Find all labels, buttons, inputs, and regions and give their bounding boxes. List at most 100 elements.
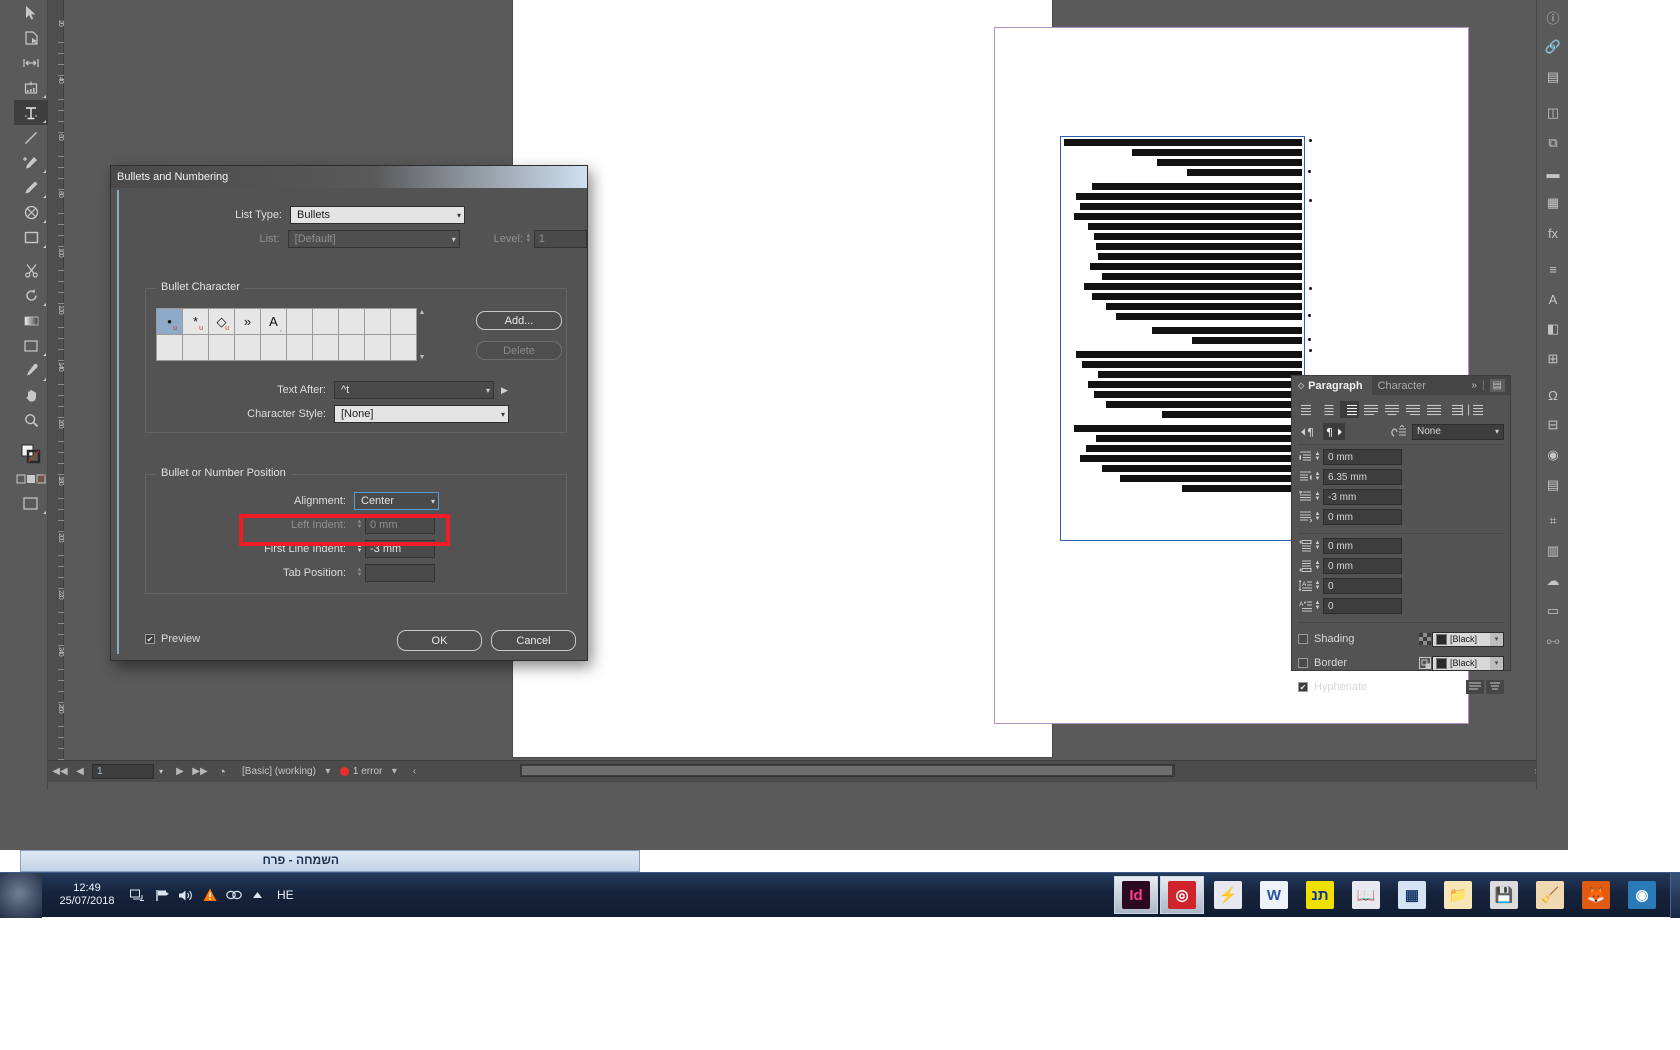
last-page-icon[interactable]: ▶▶ xyxy=(192,766,208,777)
normal-view-mode[interactable] xyxy=(14,491,48,516)
first-line-left-indent-field[interactable]: ▲ ▼ -3 mm xyxy=(1298,489,1402,505)
show-desktop-button[interactable] xyxy=(1670,872,1680,918)
selection-tool[interactable] xyxy=(14,0,48,25)
taskbar-app-word[interactable]: W xyxy=(1252,876,1296,914)
text-wrap-panel-icon[interactable]: ⧉ xyxy=(1537,128,1569,158)
start-button[interactable] xyxy=(0,872,42,918)
left-indent-value[interactable]: 0 mm xyxy=(1323,449,1402,465)
level-value[interactable]: 1 xyxy=(533,230,588,248)
bookmarks-panel-icon[interactable]: ▭ xyxy=(1537,596,1569,626)
scissors-tool[interactable] xyxy=(14,258,48,283)
page-number-combo[interactable]: 1 ▾ xyxy=(92,764,168,779)
taskbar-app-dictionary[interactable]: 📖 xyxy=(1344,876,1388,914)
left-indent-value-dialog[interactable]: 0 mm xyxy=(365,516,435,534)
bullet-grid-scroll-down-icon[interactable]: ▼ xyxy=(419,354,426,361)
drop-cap-lines-stepper[interactable]: ▲ ▼ xyxy=(1313,580,1322,591)
glyphs-panel-icon[interactable]: Ω xyxy=(1537,380,1569,410)
text-after-value[interactable]: ^t xyxy=(341,384,349,396)
panel-menu-icon[interactable]: ▤ xyxy=(1489,379,1505,392)
hyphenate-checkbox[interactable]: ✔ xyxy=(1298,682,1308,692)
bullet-char-cell-empty-11[interactable] xyxy=(182,334,209,361)
list-type-chevron-down-icon[interactable]: ▾ xyxy=(457,211,461,220)
panel-overflow-icon[interactable]: » xyxy=(1471,380,1477,391)
border-row[interactable]: Border [Black] ▾ xyxy=(1298,651,1504,675)
drop-cap-chars-value[interactable]: 0 xyxy=(1323,598,1402,614)
justify-last-left-button[interactable] xyxy=(1361,401,1380,418)
taskbar-app-firefox[interactable]: 🦊 xyxy=(1574,876,1618,914)
taskbar-app-tracker[interactable]: ⚡ xyxy=(1206,876,1250,914)
drop-cap-lines-value[interactable]: 0 xyxy=(1323,578,1402,594)
justify-last-center-button[interactable] xyxy=(1382,401,1401,418)
left-indent-stepper[interactable]: ▲ ▼ xyxy=(1313,451,1322,462)
text-after-flyout-icon[interactable]: ▶ xyxy=(501,385,508,396)
bullet-char-cell-empty-6[interactable] xyxy=(312,308,339,335)
pencil-tool[interactable] xyxy=(14,175,48,200)
level-stepper[interactable]: ▲ ▼ xyxy=(523,233,534,244)
left-indent-field[interactable]: ▲ ▼ 0 mm xyxy=(1298,449,1402,465)
bullet-char-cell-empty-17[interactable] xyxy=(338,334,365,361)
bullet-grid-scroll-arrows[interactable]: ▲ ▼ xyxy=(417,309,427,361)
note-tool[interactable] xyxy=(14,333,48,358)
bullet-grid-scroll-up-icon[interactable]: ▲ xyxy=(419,309,426,316)
taskbar-app-hebrew-app[interactable]: תנ xyxy=(1298,876,1342,914)
last-line-right-indent-stepper[interactable]: ▲ ▼ xyxy=(1313,511,1322,522)
bullet-char-cell-2[interactable]: ◇ u xyxy=(208,308,235,335)
effects-panel-icon[interactable]: fx xyxy=(1537,218,1569,248)
hyphenate-row[interactable]: ✔ Hyphenate xyxy=(1298,675,1504,699)
preflight-icon[interactable]: ◔ xyxy=(212,764,232,779)
previous-page-icon[interactable]: ◀ xyxy=(72,766,88,777)
link-icon[interactable] xyxy=(225,887,242,904)
list-chevron-down-icon[interactable]: ▾ xyxy=(452,235,456,244)
object-styles-icon[interactable]: ◧ xyxy=(1537,314,1569,344)
first-line-indent-stepper-dialog[interactable]: ▲ ▼ xyxy=(354,543,365,554)
text-after-chevron-down-icon[interactable]: ▾ xyxy=(486,386,490,395)
stroke-panel-icon[interactable]: ▬ xyxy=(1537,158,1569,188)
tags-panel-icon[interactable]: ⌗ xyxy=(1537,506,1569,536)
space-after-value[interactable]: 0 mm xyxy=(1323,558,1402,574)
taskbar-app-folder[interactable]: 📁 xyxy=(1436,876,1480,914)
cancel-button[interactable]: Cancel xyxy=(491,630,576,651)
bullet-char-cell-empty-7[interactable] xyxy=(338,308,365,335)
windows-taskbar[interactable]: 12:49 25/07/2018 HE Id ◎ ⚡ W תנ 📖 ▦ 📁 💾 … xyxy=(0,872,1680,918)
gradient-swatch-tool[interactable] xyxy=(14,308,48,333)
bullet-char-cell-empty-19[interactable] xyxy=(390,334,417,361)
tab-paragraph[interactable]: ◇ Paragraph xyxy=(1292,376,1372,395)
cc-libraries-icon[interactable]: ☁ xyxy=(1537,566,1569,596)
paragraph-panel-tabs[interactable]: ◇ Paragraph Character » | ▤ xyxy=(1292,376,1510,395)
taskbar-app-save-app[interactable]: 💾 xyxy=(1482,876,1526,914)
error-list-chevron-down-icon[interactable]: ▾ xyxy=(386,766,402,777)
color-panel-icon[interactable]: ◉ xyxy=(1537,440,1569,470)
align-away-spine-button[interactable] xyxy=(1466,401,1485,418)
border-checkbox[interactable] xyxy=(1298,658,1308,668)
tab-character[interactable]: Character xyxy=(1371,376,1435,395)
justify-last-right-button[interactable] xyxy=(1403,401,1422,418)
bullet-char-cell-empty-18[interactable] xyxy=(364,334,391,361)
alignment-select[interactable]: Center ▾ xyxy=(354,492,439,510)
last-line-right-indent-field[interactable]: ▲ ▼ 0 mm xyxy=(1298,509,1402,525)
pen-tool[interactable] xyxy=(14,150,48,175)
direct-selection-tool[interactable] xyxy=(14,25,48,50)
paragraph-direction-rtl-button[interactable]: ¶ xyxy=(1323,423,1345,440)
info-panel-icon[interactable]: ⓘ xyxy=(1537,2,1569,32)
preview-checkbox[interactable]: ✔ xyxy=(145,634,155,644)
balance-lines-icon[interactable] xyxy=(1486,680,1504,694)
taskbar-app-indesign[interactable]: Id xyxy=(1114,876,1158,914)
shading-checkbox[interactable] xyxy=(1298,634,1308,644)
preview-row[interactable]: ✔ Preview xyxy=(145,633,200,645)
drop-cap-lines-field[interactable]: A ▲ ▼ 0 xyxy=(1298,578,1402,594)
ellipse-frame-tool[interactable] xyxy=(14,200,48,225)
bullet-char-cell-empty-15[interactable] xyxy=(286,334,313,361)
drop-cap-chevron-down-icon[interactable]: ▾ xyxy=(1495,427,1499,436)
last-line-right-indent-value[interactable]: 0 mm xyxy=(1323,509,1402,525)
page-tool[interactable] xyxy=(14,75,48,100)
add-bullet-button[interactable]: Add... xyxy=(476,311,562,330)
direction-row[interactable]: ¶ ¶ None ▾ xyxy=(1298,423,1504,440)
align-panel-icon[interactable]: ⊟ xyxy=(1537,410,1569,440)
shading-color-chevron-down-icon[interactable]: ▾ xyxy=(1490,632,1503,646)
line-tool[interactable] xyxy=(14,125,48,150)
list-type-select[interactable]: Bullets ▾ xyxy=(290,206,465,224)
ok-button[interactable]: OK xyxy=(397,630,482,651)
indent-fields[interactable]: ▲ ▼ 0 mm ▲ ▼ 6.35 mm ▲ ▼ -3 mm ▲ ▼ 0 mm xyxy=(1298,449,1504,529)
links-panel-icon[interactable]: 🔗 xyxy=(1537,32,1569,62)
taskbar-app-buttons[interactable]: Id ◎ ⚡ W תנ 📖 ▦ 📁 💾 🧹 🦊 ◉ xyxy=(1114,876,1670,914)
